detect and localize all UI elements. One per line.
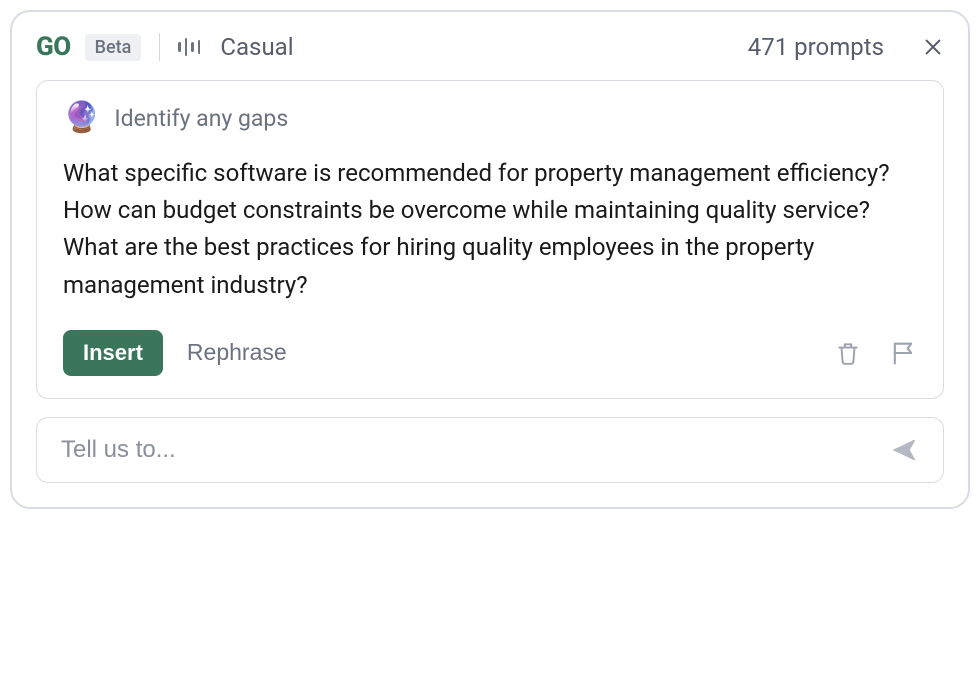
prompt-input[interactable] <box>61 436 889 464</box>
divider <box>159 33 160 61</box>
suggestion-card: 🔮 Identify any gaps What specific softwa… <box>36 80 944 399</box>
crystal-ball-icon: 🔮 <box>63 103 100 133</box>
card-actions: Insert Rephrase <box>63 330 917 376</box>
insert-button[interactable]: Insert <box>63 330 163 376</box>
logo: GO <box>36 32 71 62</box>
close-icon[interactable] <box>922 36 944 58</box>
panel: GO Beta Casual 471 prompts 🔮 Identify an… <box>10 10 970 509</box>
send-icon[interactable] <box>889 436 919 464</box>
prompts-count: 471 prompts <box>748 33 884 61</box>
card-title: Identify any gaps <box>114 105 288 132</box>
header: GO Beta Casual 471 prompts <box>36 32 944 62</box>
card-body: What specific software is recommended fo… <box>63 155 917 304</box>
trash-icon[interactable] <box>835 339 861 367</box>
flag-icon[interactable] <box>889 339 917 367</box>
beta-badge: Beta <box>85 34 142 61</box>
rephrase-button[interactable]: Rephrase <box>187 339 287 366</box>
input-row <box>36 417 944 483</box>
equalizer-icon[interactable] <box>178 36 200 58</box>
card-header: 🔮 Identify any gaps <box>63 103 917 133</box>
tone-label[interactable]: Casual <box>220 33 293 61</box>
